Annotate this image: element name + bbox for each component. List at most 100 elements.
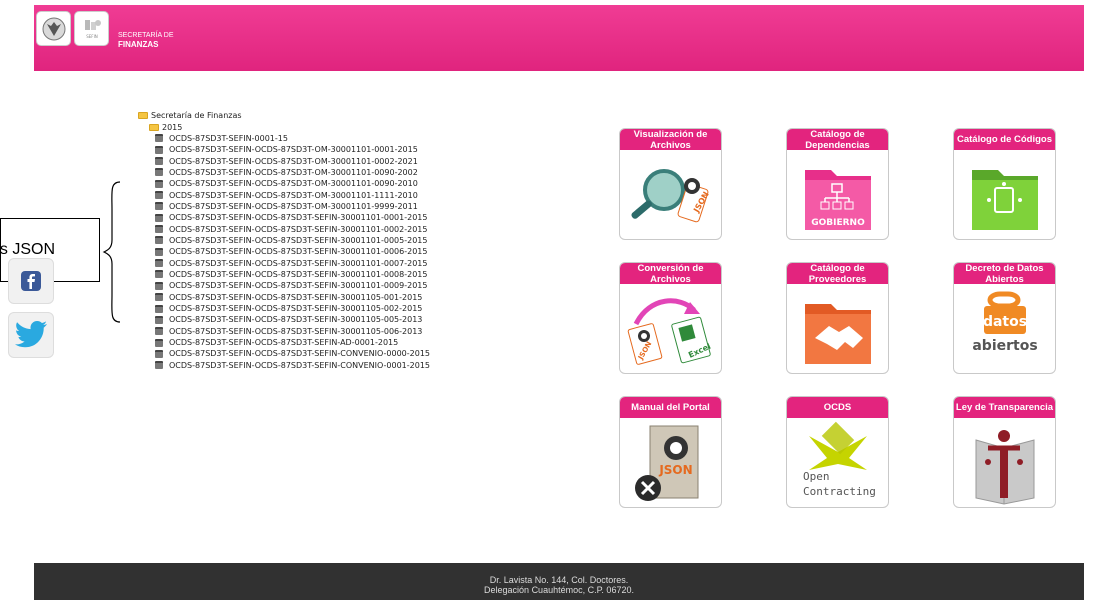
tree-file-item[interactable]: OCDS-87SD3T-SEFIN-OCDS-87SD3T-SEFIN-3000… xyxy=(155,303,430,314)
tree-file-item[interactable]: OCDS-87SD3T-SEFIN-OCDS-87SD3T-SEFIN-3000… xyxy=(155,280,430,291)
tree-file-item[interactable]: OCDS-87SD3T-SEFIN-OCDS-87SD3T-SEFIN-CONV… xyxy=(155,348,430,359)
file-icon xyxy=(155,315,163,324)
tree-file-item[interactable]: OCDS-87SD3T-SEFIN-OCDS-87SD3T-OM-3000110… xyxy=(155,167,430,178)
tree-file-item[interactable]: OCDS-87SD3T-SEFIN-OCDS-87SD3T-SEFIN-3000… xyxy=(155,223,430,234)
tree-file-label: OCDS-87SD3T-SEFIN-OCDS-87SD3T-OM-3000110… xyxy=(169,201,418,211)
file-icon xyxy=(155,361,163,370)
tree-file-item[interactable]: OCDS-87SD3T-SEFIN-OCDS-87SD3T-OM-3000110… xyxy=(155,155,430,166)
tree-file-label: OCDS-87SD3T-SEFIN-OCDS-87SD3T-SEFIN-3000… xyxy=(169,213,428,223)
tree-folder-root[interactable]: Secretaría de Finanzas xyxy=(138,110,430,121)
tree-file-item[interactable]: OCDS-87SD3T-SEFIN-OCDS-87SD3T-OM-3000110… xyxy=(155,178,430,189)
tree-file-item[interactable]: OCDS-87SD3T-SEFIN-OCDS-87SD3T-SEFIN-3000… xyxy=(155,326,430,337)
tile-transparency-book[interactable]: Ley de Transparencia xyxy=(953,396,1056,508)
tile-title[interactable]: OCDS xyxy=(787,397,888,418)
tree-file-label: OCDS-87SD3T-SEFIN-OCDS-87SD3T-OM-3000110… xyxy=(169,156,418,166)
folder-icon xyxy=(149,123,159,131)
file-icon xyxy=(155,179,163,188)
folder-handshake-icon[interactable] xyxy=(787,284,888,373)
folder-icon xyxy=(138,112,148,120)
file-icon xyxy=(155,293,163,302)
tree-file-item[interactable]: OCDS-87SD3T-SEFIN-OCDS-87SD3T-SEFIN-3000… xyxy=(155,314,430,325)
transparency-book-icon[interactable] xyxy=(954,418,1055,507)
tree-file-label: OCDS-87SD3T-SEFIN-OCDS-87SD3T-SEFIN-3000… xyxy=(169,258,428,268)
tile-json-manual[interactable]: Manual del Portal JSON xyxy=(619,396,722,508)
site-footer: Dr. Lavista No. 144, Col. Doctores. Dele… xyxy=(34,563,1084,600)
file-icon xyxy=(155,225,163,234)
facebook-button[interactable] xyxy=(8,258,54,304)
file-icon xyxy=(155,349,163,358)
json-to-excel-icon[interactable]: JSON Excel xyxy=(620,284,721,373)
tree-file-item[interactable]: OCDS-87SD3T-SEFIN-0001-15 xyxy=(155,133,430,144)
tree-file-label: OCDS-87SD3T-SEFIN-OCDS-87SD3T-SEFIN-CONV… xyxy=(169,360,431,370)
callout-text: os JSON xyxy=(0,241,56,258)
twitter-button[interactable] xyxy=(8,312,54,358)
tree-file-label: OCDS-87SD3T-SEFIN-OCDS-87SD3T-SEFIN-CONV… xyxy=(169,349,431,359)
tile-img-text2: Contracting xyxy=(803,485,876,498)
tree-file-item[interactable]: OCDS-87SD3T-SEFIN-OCDS-87SD3T-OM-3000110… xyxy=(155,144,430,155)
tree-file-item[interactable]: OCDS-87SD3T-SEFIN-OCDS-87SD3T-OM-3000110… xyxy=(155,189,430,200)
footer-address-line2: Delegación Cuauhtémoc, C.P. 06720. xyxy=(484,585,634,595)
tree-file-label: OCDS-87SD3T-SEFIN-OCDS-87SD3T-OM-3000110… xyxy=(169,167,418,177)
tree-file-label: OCDS-87SD3T-SEFIN-OCDS-87SD3T-OM-3000110… xyxy=(169,179,418,189)
tile-img-text: datos xyxy=(983,314,1027,330)
tree-file-label: OCDS-87SD3T-SEFIN-OCDS-87SD3T-SEFIN-3000… xyxy=(169,326,423,336)
tile-title[interactable]: Catálogo de Proveedores xyxy=(787,263,888,285)
tree-file-label: OCDS-87SD3T-SEFIN-OCDS-87SD3T-SEFIN-AD-0… xyxy=(169,338,399,348)
tile-title[interactable]: Catálogo de Dependencias xyxy=(787,129,888,151)
file-icon xyxy=(155,247,163,256)
tile-datos-abiertos-lock[interactable]: Decreto de Datos Abiertos datos abiertos xyxy=(953,262,1056,374)
file-icon xyxy=(155,134,163,143)
folder-org-chart-icon[interactable]: GOBIERNO xyxy=(787,150,888,239)
tree-file-item[interactable]: OCDS-87SD3T-SEFIN-OCDS-87SD3T-SEFIN-3000… xyxy=(155,235,430,246)
tree-file-item[interactable]: OCDS-87SD3T-SEFIN-OCDS-87SD3T-SEFIN-3000… xyxy=(155,246,430,257)
sefin-logo-text: SEFIN xyxy=(86,34,98,39)
file-icon xyxy=(155,281,163,290)
tree-file-label: OCDS-87SD3T-SEFIN-OCDS-87SD3T-SEFIN-3000… xyxy=(169,315,423,325)
tree-file-label: OCDS-87SD3T-SEFIN-OCDS-87SD3T-OM-3000110… xyxy=(169,145,418,155)
tree-file-label: OCDS-87SD3T-SEFIN-OCDS-87SD3T-SEFIN-3000… xyxy=(169,235,428,245)
tile-title[interactable]: Visualización de Archivos xyxy=(620,129,721,151)
tree-file-item[interactable]: OCDS-87SD3T-SEFIN-OCDS-87SD3T-SEFIN-3000… xyxy=(155,212,430,223)
tree-file-label: OCDS-87SD3T-SEFIN-0001-15 xyxy=(169,133,288,143)
tile-folder-handshake[interactable]: Catálogo de Proveedores xyxy=(786,262,889,374)
tile-open-contracting[interactable]: OCDS Open Contracting xyxy=(786,396,889,508)
tile-magnifier-json[interactable]: Visualización de Archivos JSON xyxy=(619,128,722,240)
tile-title[interactable]: Manual del Portal xyxy=(620,397,721,418)
json-manual-icon[interactable]: JSON xyxy=(620,418,721,507)
tile-title[interactable]: Conversión de Archivos xyxy=(620,263,721,285)
shield-emblem-icon[interactable] xyxy=(36,11,71,46)
tile-title[interactable]: Decreto de Datos Abiertos xyxy=(954,263,1055,285)
tree-folder-label: 2015 xyxy=(162,122,183,132)
folder-code-icon[interactable] xyxy=(954,150,1055,239)
file-icon xyxy=(155,327,163,336)
tree-file-item[interactable]: OCDS-87SD3T-SEFIN-OCDS-87SD3T-SEFIN-AD-0… xyxy=(155,337,430,348)
tree-file-item[interactable]: OCDS-87SD3T-SEFIN-OCDS-87SD3T-SEFIN-CONV… xyxy=(155,360,430,371)
tree-file-label: OCDS-87SD3T-SEFIN-OCDS-87SD3T-SEFIN-3000… xyxy=(169,247,428,257)
tile-img-text: GOBIERNO xyxy=(811,218,865,228)
tile-img-text: Open xyxy=(803,470,830,483)
footer-address-line1: Dr. Lavista No. 144, Col. Doctores. xyxy=(489,575,629,585)
tree-file-item[interactable]: OCDS-87SD3T-SEFIN-OCDS-87SD3T-SEFIN-3000… xyxy=(155,292,430,303)
tile-folder-code[interactable]: Catálogo de Códigos xyxy=(953,128,1056,240)
tile-title[interactable]: Catálogo de Códigos xyxy=(954,129,1055,150)
datos-abiertos-lock-icon[interactable]: datos abiertos xyxy=(954,284,1055,373)
file-icon xyxy=(155,191,163,200)
tile-folder-org-chart[interactable]: Catálogo de Dependencias GOBIERNO xyxy=(786,128,889,240)
brand-line2: FINANZAS xyxy=(118,40,159,49)
file-icon xyxy=(155,202,163,211)
tree-folder-year[interactable]: 2015 xyxy=(149,121,430,132)
file-icon xyxy=(155,236,163,245)
open-contracting-icon[interactable]: Open Contracting xyxy=(787,418,888,507)
sefin-logo-icon[interactable]: SEFIN xyxy=(74,11,109,46)
magnifier-json-icon[interactable]: JSON xyxy=(620,150,721,239)
tree-file-item[interactable]: OCDS-87SD3T-SEFIN-OCDS-87SD3T-SEFIN-3000… xyxy=(155,257,430,268)
tile-json-to-excel[interactable]: Conversión de Archivos JSON Excel xyxy=(619,262,722,374)
file-icon xyxy=(155,168,163,177)
brand-title: SECRETARÍA DE FINANZAS xyxy=(118,31,174,49)
site-header: SEFIN SECRETARÍA DE FINANZAS xyxy=(34,5,1084,71)
tile-img-text: JSON xyxy=(658,463,692,477)
tree-file-item[interactable]: OCDS-87SD3T-SEFIN-OCDS-87SD3T-SEFIN-3000… xyxy=(155,269,430,280)
tile-title[interactable]: Ley de Transparencia xyxy=(954,397,1055,418)
tree-file-label: OCDS-87SD3T-SEFIN-OCDS-87SD3T-SEFIN-3000… xyxy=(169,292,423,302)
tree-file-item[interactable]: OCDS-87SD3T-SEFIN-OCDS-87SD3T-OM-3000110… xyxy=(155,201,430,212)
